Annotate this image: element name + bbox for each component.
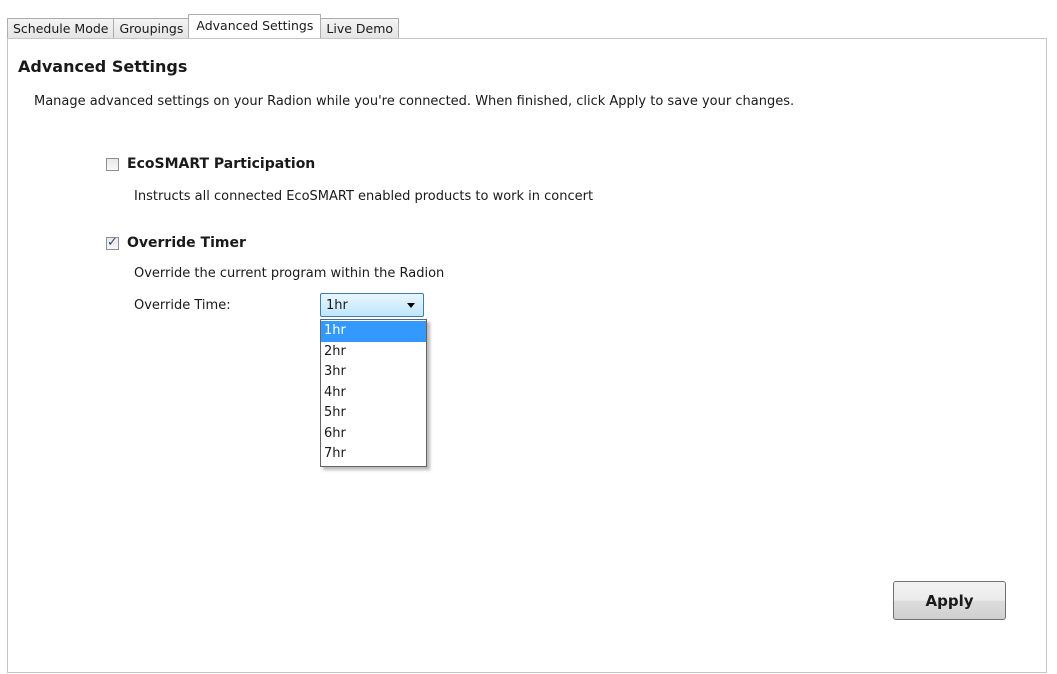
tab-live-demo[interactable]: Live Demo (320, 18, 400, 38)
override-time-dropdown-list: 1hr 2hr 3hr 4hr 5hr 6hr 7hr (320, 319, 427, 467)
page-title: Advanced Settings (18, 57, 188, 76)
ecosmart-description: Instructs all connected EcoSMART enabled… (134, 189, 594, 204)
override-time-selected-value: 1hr (326, 298, 348, 313)
dropdown-option-6hr[interactable]: 6hr (321, 424, 426, 445)
tab-groupings[interactable]: Groupings (113, 18, 190, 38)
override-time-label: Override Time: (134, 298, 231, 313)
advanced-settings-panel: Advanced Settings Manage advanced settin… (7, 38, 1047, 673)
ecosmart-option[interactable]: EcoSMART Participation (106, 156, 315, 172)
intro-text: Manage advanced settings on your Radion … (34, 94, 795, 109)
override-timer-checkbox[interactable]: ✓ (106, 234, 119, 250)
dropdown-option-7hr[interactable]: 7hr (321, 444, 426, 465)
dropdown-option-2hr[interactable]: 2hr (321, 342, 426, 363)
dropdown-option-5hr[interactable]: 5hr (321, 403, 426, 424)
dropdown-option-1hr[interactable]: 1hr (321, 321, 426, 342)
override-timer-label[interactable]: Override Timer (127, 235, 246, 251)
ecosmart-label[interactable]: EcoSMART Participation (127, 156, 315, 172)
override-timer-description: Override the current program within the … (134, 266, 445, 281)
tab-schedule-mode[interactable]: Schedule Mode (7, 18, 115, 38)
override-time-select[interactable]: 1hr (320, 293, 424, 317)
tab-advanced-settings[interactable]: Advanced Settings (188, 14, 322, 38)
override-timer-option[interactable]: ✓ Override Timer (106, 235, 246, 251)
tab-strip: Schedule Mode Groupings Advanced Setting… (7, 14, 400, 38)
dropdown-option-3hr[interactable]: 3hr (321, 362, 426, 383)
chevron-down-icon (407, 303, 415, 308)
apply-button[interactable]: Apply (893, 581, 1006, 620)
ecosmart-checkbox[interactable] (106, 157, 119, 171)
dropdown-option-4hr[interactable]: 4hr (321, 383, 426, 404)
checkmark-icon: ✓ (107, 234, 118, 250)
